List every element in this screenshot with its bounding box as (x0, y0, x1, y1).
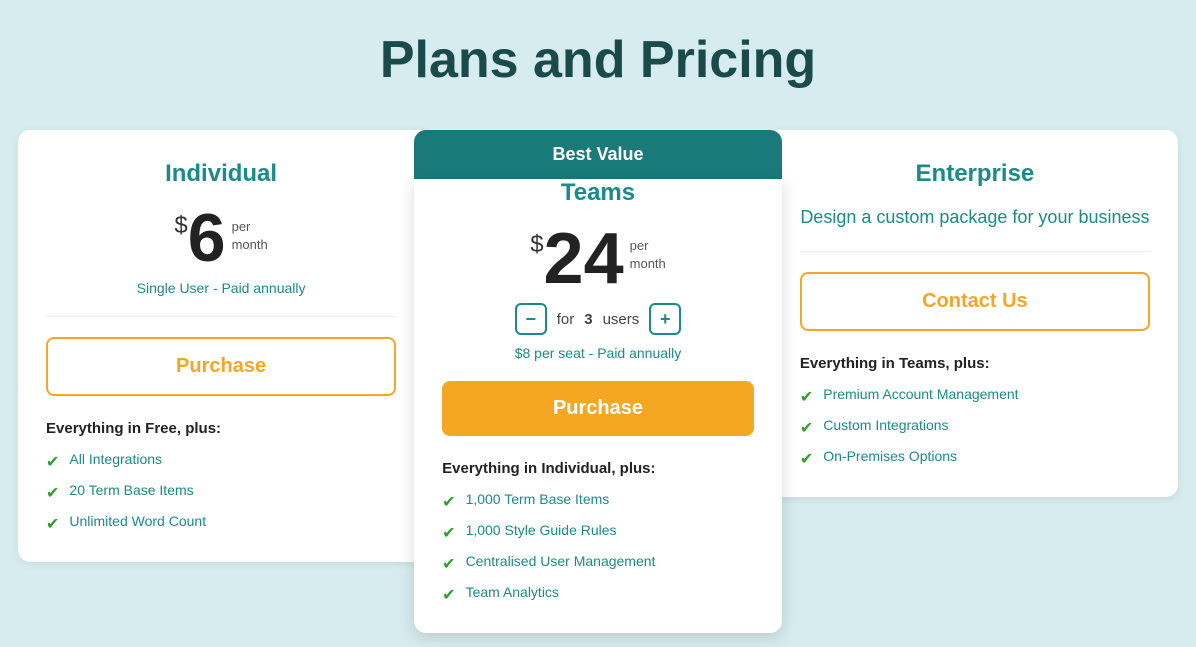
list-item: ✔ All Integrations (46, 451, 396, 472)
plans-container: Individual $ 6 per month Single User - P… (18, 130, 1178, 633)
list-item: ✔ Custom Integrations (800, 417, 1150, 438)
teams-wrapper: Best Value Teams $ 24 per month − for 3 … (414, 130, 782, 633)
feature-text: Unlimited Word Count (69, 513, 206, 529)
decrease-users-button[interactable]: − (515, 303, 547, 335)
enterprise-description: Design a custom package for your busines… (800, 204, 1150, 231)
check-icon: ✔ (46, 452, 59, 472)
individual-price-dollar: $ (174, 212, 187, 240)
list-item: ✔ Centralised User Management (442, 553, 754, 574)
feature-text: Centralised User Management (466, 553, 656, 569)
individual-plan-name: Individual (46, 160, 396, 188)
individual-price-row: $ 6 per month (46, 204, 396, 272)
list-item: ✔ On-Premises Options (800, 448, 1150, 469)
check-icon: ✔ (442, 554, 455, 574)
user-selector: − for 3 users + (442, 303, 754, 335)
teams-price-row: $ 24 per month (442, 223, 754, 295)
individual-plan-card: Individual $ 6 per month Single User - P… (18, 130, 424, 562)
enterprise-plan-card: Enterprise Design a custom package for y… (772, 130, 1178, 497)
individual-purchase-button[interactable]: Purchase (46, 337, 396, 396)
enterprise-plan-name: Enterprise (800, 160, 1150, 188)
check-icon: ✔ (442, 492, 455, 512)
feature-text: All Integrations (69, 451, 162, 467)
list-item: ✔ 1,000 Style Guide Rules (442, 522, 754, 543)
teams-feature-list: ✔ 1,000 Term Base Items ✔ 1,000 Style Gu… (442, 491, 754, 605)
teams-plan-name: Teams (442, 179, 754, 207)
feature-text: Custom Integrations (823, 417, 948, 433)
for-label: for (557, 311, 575, 328)
individual-price-period: per month (232, 218, 268, 254)
feature-text: Premium Account Management (823, 386, 1018, 402)
teams-features-heading: Everything in Individual, plus: (442, 460, 754, 477)
feature-text: 1,000 Style Guide Rules (466, 522, 617, 538)
check-icon: ✔ (442, 585, 455, 605)
list-item: ✔ Unlimited Word Count (46, 513, 396, 534)
check-icon: ✔ (800, 449, 813, 469)
check-icon: ✔ (800, 418, 813, 438)
check-icon: ✔ (46, 514, 59, 534)
individual-feature-list: ✔ All Integrations ✔ 20 Term Base Items … (46, 451, 396, 534)
feature-text: Team Analytics (466, 584, 559, 600)
enterprise-contact-button[interactable]: Contact Us (800, 272, 1150, 331)
page-title: Plans and Pricing (360, 0, 836, 130)
enterprise-feature-list: ✔ Premium Account Management ✔ Custom In… (800, 386, 1150, 469)
check-icon: ✔ (442, 523, 455, 543)
best-value-badge: Best Value (414, 130, 782, 179)
check-icon: ✔ (46, 483, 59, 503)
list-item: ✔ Premium Account Management (800, 386, 1150, 407)
enterprise-features-heading: Everything in Teams, plus: (800, 355, 1150, 372)
teams-purchase-button[interactable]: Purchase (442, 381, 754, 436)
list-item: ✔ 1,000 Term Base Items (442, 491, 754, 512)
teams-plan-card: Teams $ 24 per month − for 3 users + $8 … (414, 179, 782, 633)
list-item: ✔ 20 Term Base Items (46, 482, 396, 503)
feature-text: 1,000 Term Base Items (466, 491, 610, 507)
user-count: 3 (584, 311, 592, 328)
teams-price-note: $8 per seat - Paid annually (442, 345, 754, 361)
teams-price-period: per month (630, 237, 666, 273)
check-icon: ✔ (800, 387, 813, 407)
feature-text: 20 Term Base Items (69, 482, 193, 498)
individual-price-note: Single User - Paid annually (46, 280, 396, 296)
list-item: ✔ Team Analytics (442, 584, 754, 605)
teams-price-dollar: $ (530, 231, 543, 259)
individual-features-heading: Everything in Free, plus: (46, 420, 396, 437)
teams-price-amount: 24 (544, 223, 624, 295)
feature-text: On-Premises Options (823, 448, 957, 464)
individual-price-amount: 6 (188, 204, 226, 272)
users-label: users (603, 311, 640, 328)
increase-users-button[interactable]: + (649, 303, 681, 335)
